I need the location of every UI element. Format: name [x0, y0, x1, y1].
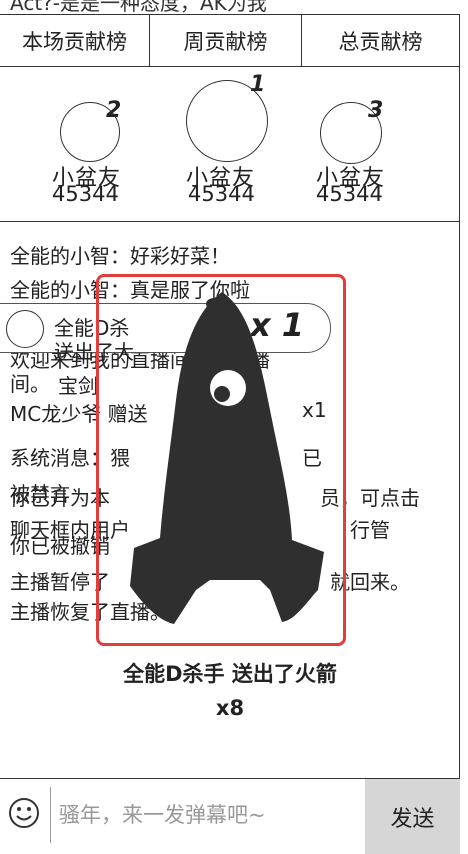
chat-message: 行管	[350, 518, 390, 542]
tab-week-rank[interactable]: 周贡献榜	[150, 14, 302, 66]
rank-score: 45344	[188, 182, 255, 206]
rank-number: 3	[368, 98, 384, 123]
rank-score: 45344	[52, 182, 119, 206]
danmaku-input[interactable]	[50, 787, 350, 843]
rank-score: 45344	[316, 182, 383, 206]
chat-message: 你已升为本	[10, 486, 110, 510]
chat-message: 主播暂停了	[10, 570, 110, 594]
input-bar: 发送	[0, 778, 460, 854]
rank-number: 2	[106, 98, 122, 123]
tab-session-rank[interactable]: 本场贡献榜	[0, 14, 150, 66]
rank-podium: 2 小盆友 45344 1 小盆友 45344 3 小盆友 45344	[0, 66, 460, 222]
gift-caption-line2: x8	[215, 696, 245, 720]
send-button[interactable]: 发送	[365, 779, 460, 854]
rank-number: 1	[250, 72, 266, 97]
chat-message: 间。	[10, 372, 50, 396]
banner-avatar	[6, 310, 44, 348]
tab-total-rank[interactable]: 总贡献榜	[302, 14, 460, 66]
banner-gift: 宝剑	[58, 374, 98, 398]
gift-highlight-box	[96, 274, 346, 646]
gift-caption-line1: 全能D杀手 送出了火箭	[123, 662, 337, 686]
chat-message: 你已被撤销	[10, 534, 110, 558]
rank-tabs: 本场贡献榜 周贡献榜 总贡献榜	[0, 14, 460, 67]
smile-icon[interactable]	[8, 797, 40, 829]
chat-message: 全能的小智：好彩好菜！	[10, 244, 230, 268]
